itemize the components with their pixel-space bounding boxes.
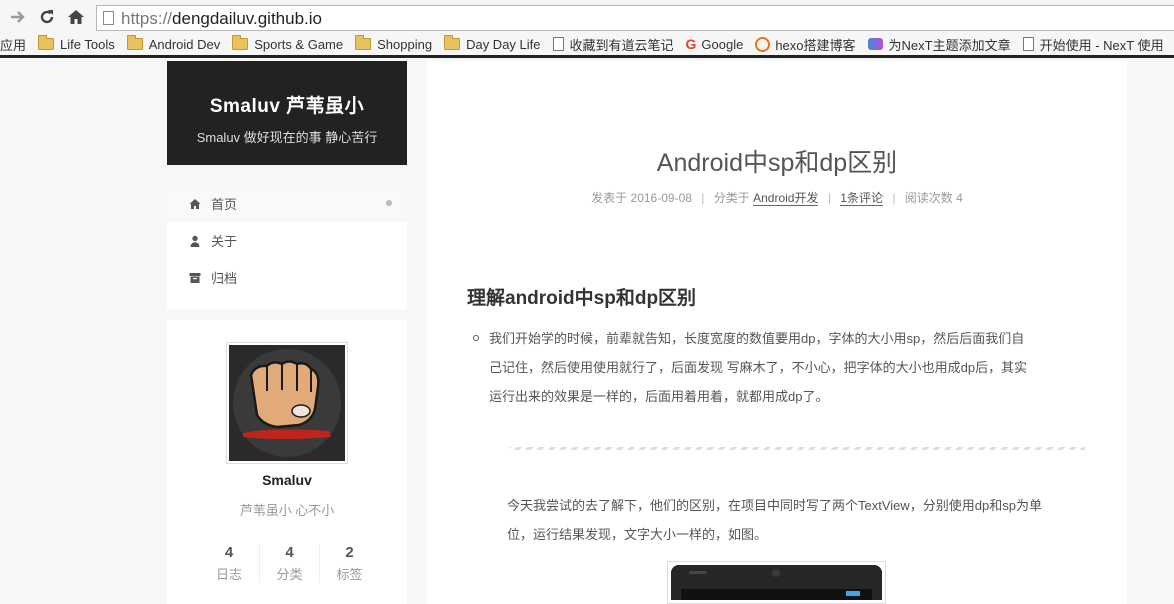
bookmarks-bar: 应用 Life Tools Android Dev Sports & Game … [0, 33, 1174, 58]
bookmark-google[interactable]: G Google [686, 36, 744, 52]
bookmark-android-dev[interactable]: Android Dev [126, 35, 220, 52]
section-heading: 理解android中sp和dp区别 [467, 288, 697, 309]
post-title[interactable]: Android中sp和dp区别 [427, 143, 1127, 179]
post-container: Android中sp和dp区别 发表于 2016-09-08 | 分类于 And… [427, 61, 1127, 604]
hexo-icon [755, 36, 771, 52]
bookmark-day-day-life[interactable]: Day Day Life [444, 35, 541, 52]
reload-button[interactable] [37, 7, 57, 27]
arrow-right-icon [11, 11, 25, 23]
url-input[interactable]: https://dengdailuv.github.io [96, 5, 1174, 31]
menu-item-archive[interactable]: 归档 [167, 259, 407, 296]
site-title[interactable]: Smaluv 芦苇虽小 [167, 91, 407, 118]
browser-toolbar: https://dengdailuv.github.io [0, 0, 1174, 33]
site-subtitle: Smaluv 做好现在的事 静心苦行 [196, 130, 378, 145]
url-host: dengdailuv.github.io [172, 9, 323, 28]
stat-posts[interactable]: 4 日志 [199, 544, 259, 583]
avatar [226, 342, 348, 464]
folder-icon [355, 35, 372, 50]
folder-icon [444, 35, 461, 50]
bookmark-apps[interactable]: 应用 [0, 35, 26, 54]
author-description: 芦苇虽小 心不小 [239, 503, 335, 518]
post-meta: 发表于 2016-09-08 | 分类于 Android开发 | 1条评论 | … [591, 191, 963, 206]
bookmark-sports-game[interactable]: Sports & Game [232, 35, 343, 52]
bookmark-shopping[interactable]: Shopping [355, 35, 432, 52]
post-comments-link[interactable]: 1条评论 [840, 191, 883, 206]
page-icon [103, 11, 114, 25]
page-icon [1022, 37, 1034, 51]
url-scheme: https:// [121, 9, 173, 28]
list-item: 我们开始学的时候，前辈就告知，长度宽度的数值要用dp，字体的大小用sp，然后后面… [473, 324, 1089, 411]
fist-image [229, 345, 345, 461]
stat-categories[interactable]: 4 分类 [259, 544, 319, 583]
menu-item-home[interactable]: 首页 [167, 185, 407, 222]
reload-icon [40, 10, 54, 24]
bookmark-youdao[interactable]: 收藏到有道云笔记 [552, 35, 674, 54]
page-icon [552, 37, 564, 51]
menu-item-label: 首页 [211, 197, 238, 212]
dashed-divider [509, 447, 1085, 450]
bookmark-hexo[interactable]: hexo搭建博客 [755, 35, 856, 54]
bookmark-life-tools[interactable]: Life Tools [38, 35, 115, 52]
folder-icon [38, 35, 55, 50]
home-button[interactable] [66, 7, 86, 27]
post-views: 4 [956, 191, 963, 205]
forward-button[interactable] [8, 7, 28, 27]
screenshot-image [667, 561, 886, 604]
folder-icon [232, 35, 249, 50]
user-icon [189, 235, 201, 247]
home-icon [189, 198, 201, 210]
paragraph: 今天我尝试的去了解下，他们的区别，在项目中同时写了两个TextView，分别使用… [507, 498, 1042, 542]
active-dot [386, 200, 392, 206]
sidebar-menu: 首页 关于 归档 [167, 185, 407, 309]
stat-tags[interactable]: 2 标签 [319, 544, 379, 583]
author-panel: Smaluv 芦苇虽小 心不小 4 日志 4 分类 2 标签 [167, 320, 407, 604]
next-icon [867, 38, 883, 50]
author-name: Smaluv [262, 472, 312, 488]
menu-item-label: 关于 [211, 234, 238, 249]
bullet-marker [473, 335, 479, 341]
menu-item-about[interactable]: 关于 [167, 222, 407, 259]
post-category-link[interactable]: Android开发 [753, 191, 819, 206]
menu-item-label: 归档 [211, 271, 238, 286]
site-header: Smaluv 芦苇虽小 Smaluv 做好现在的事 静心苦行 [167, 61, 407, 165]
phone-image [671, 565, 882, 600]
bookmark-next-article[interactable]: 为NexT主题添加文章 [867, 35, 1011, 54]
post-date: 2016-09-08 [630, 191, 692, 205]
google-icon: G [685, 36, 697, 52]
archive-icon [189, 272, 201, 284]
home-icon [68, 10, 84, 24]
bookmark-next-start[interactable]: 开始使用 - NexT 使用 [1022, 35, 1164, 54]
folder-icon [126, 35, 143, 50]
site-stats: 4 日志 4 分类 2 标签 [199, 544, 379, 583]
